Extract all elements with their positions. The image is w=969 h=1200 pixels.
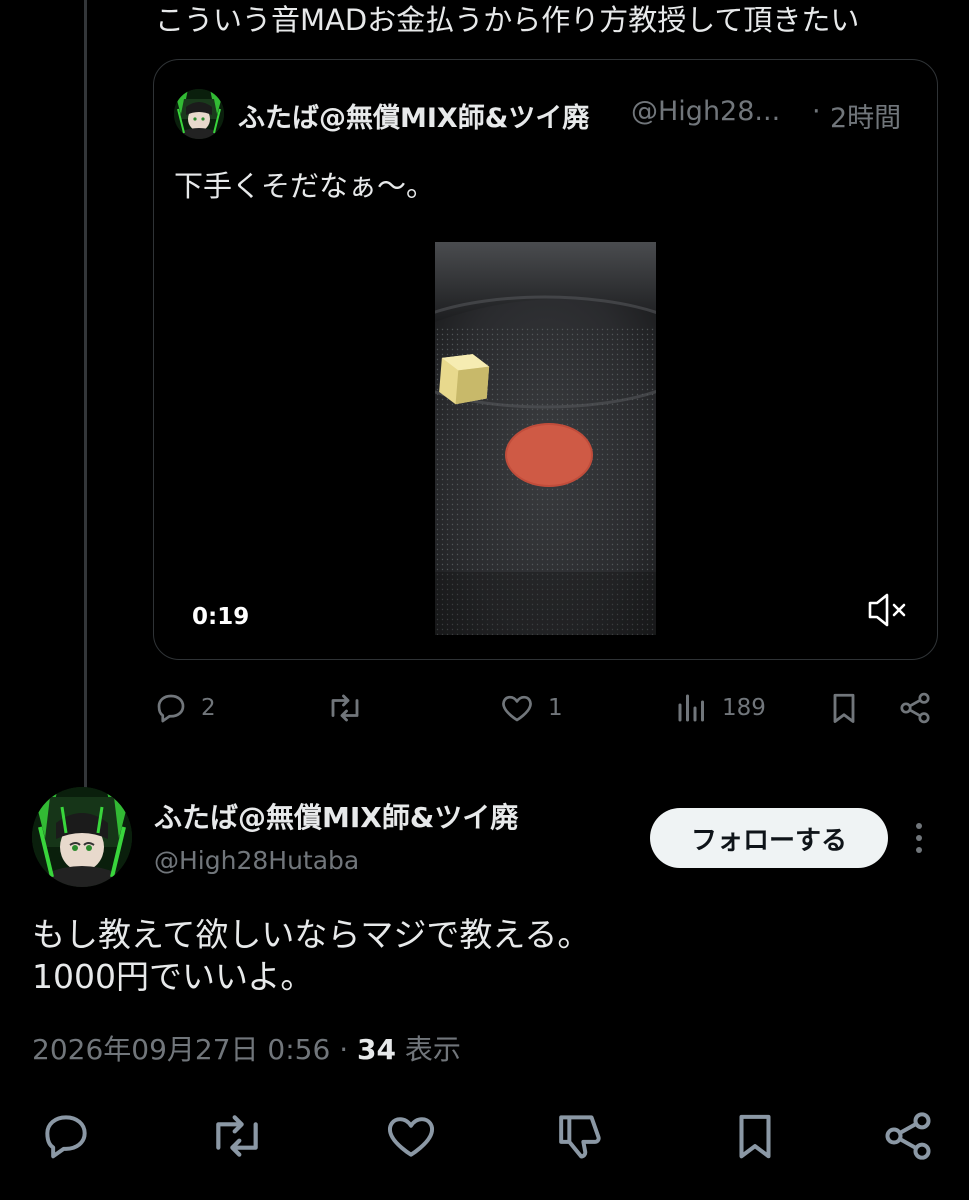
speaker-muted-icon[interactable] [866,590,910,630]
share-icon[interactable] [880,1108,936,1168]
reply-timestamp[interactable]: 2026年09月27日 0:56 [32,1033,330,1066]
share-action[interactable] [896,690,934,726]
quoted-tweet-text: 下手くそだなぁ〜。 [174,169,436,203]
bookmark-action[interactable] [826,690,862,726]
heart-icon [498,690,536,726]
more-vertical-icon[interactable] [904,818,934,858]
reply-icon[interactable] [38,1108,94,1168]
reply-text-line-2: 1000円でいいよ。 [32,957,314,996]
views-icon [674,690,710,726]
views-count: 189 [722,695,766,721]
quoted-separator: · [812,96,821,127]
follow-button[interactable]: フォローする [650,808,888,868]
parent-tweet-text: こういう音MADお金払うから作り方教授して頂きたい [155,3,860,37]
like-count: 1 [548,695,563,721]
quoted-author-handle[interactable]: @High28... [631,96,780,127]
quoted-tweet-card[interactable]: ふたば@無償MIX師&ツイ廃 @High28... · 2時間 下手くそだなぁ〜… [153,59,938,660]
retweet-action[interactable] [325,690,365,726]
reply-action[interactable]: 2 [153,690,216,726]
thread-connector-line [84,0,87,788]
reply-author-avatar[interactable] [32,787,132,887]
quoted-timestamp[interactable]: 2時間 [830,96,901,135]
quoted-tweet-actions: 2 1 189 [0,690,969,730]
share-icon [896,690,934,726]
reply-icon [153,690,189,726]
reply-count: 2 [201,695,216,721]
retweet-icon[interactable] [206,1108,268,1168]
video-duration: 0:19 [192,604,250,630]
reply-author-name[interactable]: ふたば@無償MIX師&ツイ廃 [154,796,518,836]
views-label: 表示 [395,1033,461,1066]
reply-actions-bar [0,1108,969,1168]
views-number: 34 [357,1033,396,1066]
dislike-icon[interactable] [553,1108,609,1168]
views-action[interactable]: 189 [674,690,766,726]
meta-separator: · [330,1033,357,1066]
bookmark-icon [826,690,862,726]
quoted-author-name[interactable]: ふたば@無償MIX師&ツイ廃 [238,96,589,135]
reply-text-line-1: もし教えて欲しいならマジで教える。 [32,915,591,954]
heart-icon[interactable] [382,1108,440,1168]
bookmark-icon[interactable] [728,1108,782,1168]
quoted-author-avatar[interactable] [174,89,224,139]
retweet-icon [325,690,365,726]
video-thumbnail[interactable] [435,242,656,635]
reply-meta: 2026年09月27日 0:56 · 34 表示 [32,1028,461,1068]
reply-author-handle[interactable]: @High28Hutaba [154,846,359,875]
like-action[interactable]: 1 [498,690,563,726]
reply-tweet-text: もし教えて欲しいならマジで教える。 1000円でいいよ。 [32,914,590,998]
